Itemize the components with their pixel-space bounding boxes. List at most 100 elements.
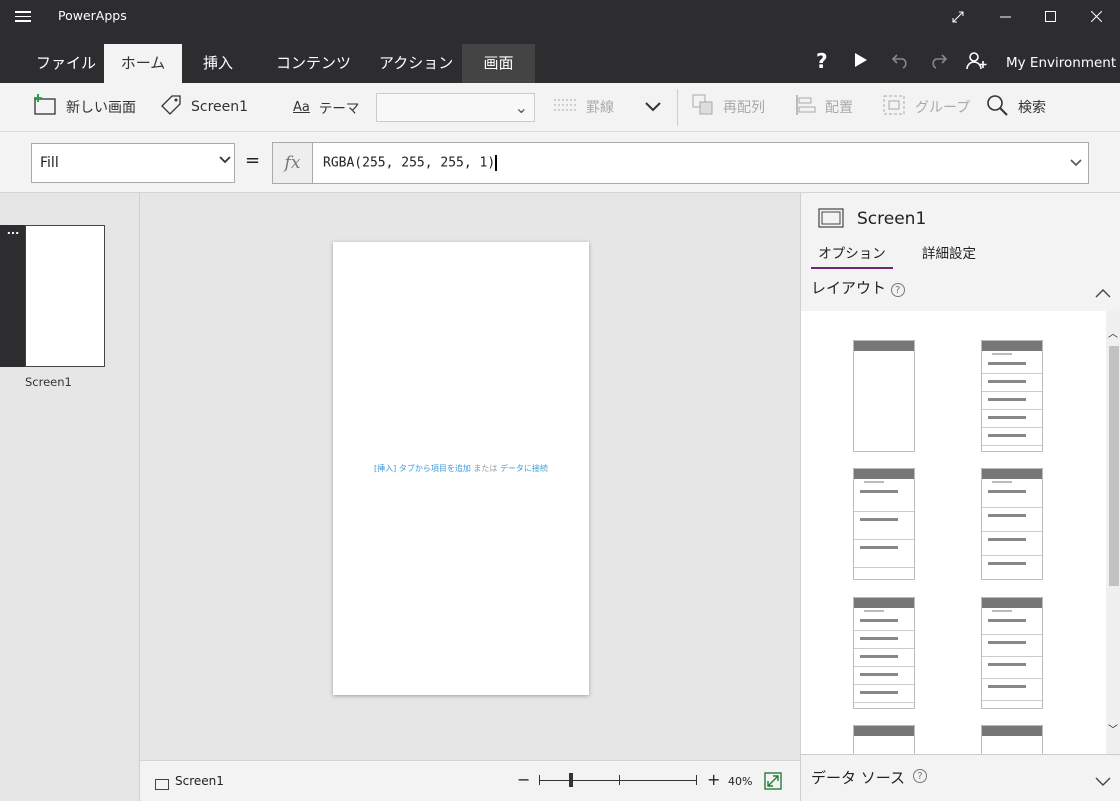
more-chevron-icon[interactable] xyxy=(644,83,662,131)
search-bar-line xyxy=(864,481,884,483)
app-screen[interactable]: [挿入] タブから項目を追加 または データに接続 xyxy=(333,242,589,695)
row-title-line xyxy=(988,434,1026,437)
row-title-line xyxy=(860,691,898,694)
search-bar-line xyxy=(992,610,1012,612)
border-icon xyxy=(553,98,577,116)
layout-gallery xyxy=(801,311,1106,754)
layout-list-7[interactable] xyxy=(853,725,915,754)
row-title-line xyxy=(860,655,898,658)
search-bar-line xyxy=(864,610,884,612)
zoom-out-button[interactable]: − xyxy=(517,770,530,789)
user-add-icon[interactable] xyxy=(966,52,988,74)
search-bar-line xyxy=(992,353,1012,355)
align-button[interactable]: 配置 xyxy=(795,83,853,131)
home-toolbar: 新しい画面 Screen1 Aa テーマ ⌄ 罫線 再配列 配置 グループ 検索 xyxy=(0,83,1120,132)
search-button[interactable]: 検索 xyxy=(986,83,1046,131)
data-source-section[interactable]: データ ソース ? xyxy=(801,754,1120,801)
hint-or: または xyxy=(473,464,498,473)
row-title-line xyxy=(988,514,1026,517)
theme-label: テーマ xyxy=(318,101,360,117)
border-button[interactable]: 罫線 xyxy=(553,83,614,131)
screen-icon xyxy=(818,208,844,232)
screen-thumb-menu[interactable]: ... xyxy=(0,225,26,367)
row-title-line xyxy=(988,398,1026,401)
property-dropdown[interactable]: ⌄ xyxy=(376,93,535,122)
help-icon[interactable]: ? xyxy=(890,283,905,297)
fit-to-window-icon[interactable] xyxy=(764,772,782,794)
row-title-line xyxy=(988,416,1026,419)
row-title-line xyxy=(988,663,1026,666)
layout-rating-list[interactable] xyxy=(853,468,915,580)
layout-blank[interactable] xyxy=(853,340,915,452)
expand-icon[interactable] xyxy=(935,0,981,33)
help-icon[interactable]: ? xyxy=(913,769,927,783)
layout-list-8[interactable] xyxy=(981,725,1043,754)
empty-screen-hint: [挿入] タブから項目を追加 または データに接続 xyxy=(333,463,589,474)
pane-title: Screen1 xyxy=(857,209,927,229)
tab-screen[interactable]: 画面 xyxy=(462,44,535,83)
search-icon xyxy=(986,94,1008,120)
layout-header[interactable]: レイアウト ? xyxy=(811,277,905,298)
group-button[interactable]: グループ xyxy=(882,83,970,131)
screen-icon xyxy=(155,775,169,794)
zoom-tick-min xyxy=(539,775,540,785)
scrollbar-thumb[interactable] xyxy=(1109,346,1119,586)
tab-advanced[interactable]: 詳細設定 xyxy=(922,242,976,262)
chevron-up-icon[interactable] xyxy=(1095,283,1111,302)
reorder-button[interactable]: 再配列 xyxy=(692,83,765,131)
play-icon[interactable] xyxy=(854,52,868,72)
ribbon: ファイル ホーム 挿入 コンテンツ アクション 画面 ? My Environm… xyxy=(0,33,1120,83)
fx-icon[interactable]: fx xyxy=(272,142,313,184)
screen-name-label: Screen1 xyxy=(191,99,249,115)
row-title-line xyxy=(860,637,898,640)
theme-button[interactable]: Aa テーマ xyxy=(293,83,359,131)
row-title-line xyxy=(860,546,898,549)
tab-content[interactable]: コンテンツ xyxy=(261,44,366,83)
formula-text: RGBA(255, 255, 255, 1) xyxy=(323,155,496,171)
close-button[interactable] xyxy=(1073,0,1119,33)
zoom-in-button[interactable]: + xyxy=(707,770,720,789)
zoom-slider[interactable] xyxy=(539,773,697,787)
theme-icon: Aa xyxy=(293,99,310,115)
app-title: PowerApps xyxy=(58,8,127,23)
help-button[interactable]: ? xyxy=(816,49,828,73)
layout-image-list[interactable] xyxy=(981,468,1043,580)
expand-formula-icon[interactable] xyxy=(1070,157,1082,172)
tab-home[interactable]: ホーム xyxy=(104,44,182,83)
layout-title-list[interactable] xyxy=(853,597,915,709)
undo-icon[interactable] xyxy=(891,53,911,73)
screen-thumbnail[interactable] xyxy=(25,225,105,367)
redo-icon[interactable] xyxy=(928,53,948,73)
new-screen-button[interactable]: 新しい画面 xyxy=(33,83,136,131)
scroll-up-icon[interactable]: ︿ xyxy=(1108,325,1118,340)
zoom-tick-max xyxy=(696,775,697,785)
connect-data-link[interactable]: データに接続 xyxy=(500,464,548,473)
tab-insert[interactable]: 挿入 xyxy=(188,44,248,83)
chevron-down-icon[interactable] xyxy=(1095,772,1111,791)
gallery-scrollbar[interactable]: ︿ ﹀ xyxy=(1106,311,1120,754)
hamburger-menu-icon[interactable] xyxy=(15,8,31,22)
scroll-down-icon[interactable]: ﹀ xyxy=(1108,721,1118,736)
formula-input[interactable]: RGBA(255, 255, 255, 1) xyxy=(312,142,1089,184)
tab-options[interactable]: オプション xyxy=(811,242,893,269)
status-screen-label: Screen1 xyxy=(175,774,224,788)
minimize-button[interactable] xyxy=(982,0,1028,33)
border-label: 罫線 xyxy=(586,100,614,116)
row-title-line xyxy=(988,490,1026,493)
group-label: グループ xyxy=(915,100,971,116)
tab-file[interactable]: ファイル xyxy=(21,44,111,83)
maximize-button[interactable] xyxy=(1027,0,1073,33)
zoom-slider-thumb[interactable] xyxy=(569,773,573,787)
property-select[interactable]: Fill xyxy=(31,143,235,183)
align-icon xyxy=(795,95,817,119)
insert-tab-link[interactable]: [挿入] タブから項目を追加 xyxy=(374,464,471,473)
screen-thumb-label: Screen1 xyxy=(25,375,72,389)
row-title-line xyxy=(860,490,898,493)
environment-label[interactable]: My Environment xyxy=(1006,55,1116,71)
tab-action[interactable]: アクション xyxy=(364,44,468,83)
screen-name-button[interactable]: Screen1 xyxy=(159,83,248,131)
group-icon xyxy=(882,94,906,120)
layout-list[interactable] xyxy=(981,340,1043,452)
layout-detail-list[interactable] xyxy=(981,597,1043,709)
row-title-line xyxy=(988,562,1026,565)
